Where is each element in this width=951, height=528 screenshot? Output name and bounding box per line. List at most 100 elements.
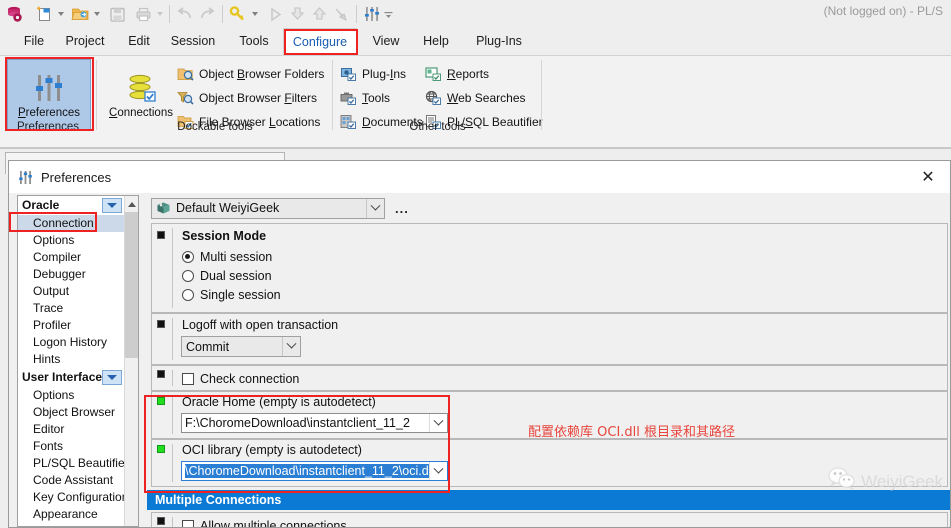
scroll-up-icon[interactable] — [125, 196, 138, 212]
print-dropdown-icon — [154, 3, 165, 25]
sidebar-item-object-browser[interactable]: Object Browser — [18, 404, 124, 421]
sidebar-item-connection[interactable]: Connection — [18, 215, 124, 232]
session-mode-title: Session Mode — [182, 229, 267, 243]
preferences-dialog: Preferences ✕ Oracle Connection Options … — [8, 160, 951, 528]
menu-view[interactable]: View — [362, 28, 410, 55]
oracle-home-chevron-down-icon[interactable] — [429, 414, 447, 432]
object-browser-filters-button[interactable]: Object Browser Filters — [176, 87, 317, 109]
menu-help[interactable]: Help — [413, 28, 459, 55]
menu-edit[interactable]: Edit — [117, 28, 161, 55]
open-folder-icon[interactable] — [69, 3, 91, 25]
session-mode-vline — [172, 228, 173, 308]
oracle-home-input[interactable]: F:\ChoromeDownload\instantclient_11_2 — [181, 413, 448, 433]
database-icon[interactable] — [4, 3, 26, 25]
profile-select[interactable]: Default WeiyiGeek — [151, 197, 385, 219]
tree-category-oracle-chevron-down-icon[interactable] — [102, 198, 122, 213]
check-connection-panel: Check connection — [151, 365, 948, 391]
ribbon-separator-2 — [332, 60, 333, 130]
menu-file[interactable]: File — [13, 28, 55, 55]
ribbon-group-label-other: Other tools — [409, 121, 466, 133]
open-folder-dropdown-icon[interactable] — [91, 3, 102, 25]
web-searches-button[interactable]: Web Searches — [424, 87, 526, 109]
toolbar-overflow-icon[interactable] — [383, 3, 394, 25]
menu-configure[interactable]: Configure — [283, 28, 357, 55]
main-toolbar: (Not logged on) - PL/S — [0, 0, 951, 28]
plugins-button[interactable]: Plug-Ins — [339, 63, 406, 85]
logon-dropdown-icon[interactable] — [249, 3, 260, 25]
logoff-value: Commit — [186, 339, 230, 354]
sidebar-item-editor[interactable]: Editor — [18, 421, 124, 438]
preferences-icon[interactable] — [361, 3, 383, 25]
sidebar-item-profiler[interactable]: Profiler — [18, 317, 124, 334]
profile-chevron-down-icon[interactable] — [366, 198, 384, 218]
ribbon-group-label-dockable: Dockable tools — [177, 121, 253, 133]
toolbar-separator-1 — [169, 5, 170, 23]
plugins-icon — [339, 65, 358, 83]
sidebar-item-plsql-beautifier[interactable]: PL/SQL Beautifier — [18, 455, 129, 472]
new-file-dropdown-icon[interactable] — [55, 3, 66, 25]
new-file-icon[interactable] — [33, 3, 55, 25]
tree-category-user-interface-chevron-down-icon[interactable] — [102, 370, 122, 385]
reports-button[interactable]: Reports — [424, 63, 489, 85]
toolbar-separator-3 — [356, 5, 357, 23]
sidebar-item-hints[interactable]: Hints — [18, 351, 124, 368]
sidebar-item-output[interactable]: Output — [18, 283, 124, 300]
preferences-button-label: Preferences — [17, 106, 80, 119]
checkbox-allow-multiple-connections[interactable]: Allow multiple connections — [182, 517, 347, 528]
reports-icon — [424, 65, 443, 83]
redo-icon — [196, 3, 218, 25]
menu-session[interactable]: Session — [161, 28, 225, 55]
menu-project[interactable]: Project — [55, 28, 115, 55]
pl-sql-developer-window: (Not logged on) - PL/S File Project Edit… — [0, 0, 951, 528]
radio-dual-session[interactable]: Dual session — [182, 267, 272, 284]
radio-multi-session-indicator — [182, 250, 194, 263]
check-connection-label: Check connection — [200, 371, 300, 386]
tools-label: Tools — [362, 91, 391, 105]
menu-plugins[interactable]: Plug-Ins — [467, 28, 531, 55]
oci-library-chevron-down-icon[interactable] — [429, 462, 447, 480]
oci-library-input[interactable]: \ChoromeDownload\instantclient_11_2\oci.… — [181, 461, 448, 481]
web-searches-label: Web Searches — [447, 91, 526, 105]
check-connection-box — [182, 372, 194, 385]
tree-scrollbar[interactable] — [124, 196, 138, 526]
menu-tools[interactable]: Tools — [228, 28, 280, 55]
sidebar-item-fonts[interactable]: Fonts — [18, 438, 124, 455]
tree-category-user-interface[interactable]: User Interface — [18, 368, 124, 387]
menu-bar: File Project Edit Session Tools Configur… — [0, 28, 951, 56]
logoff-chevron-down-icon[interactable] — [282, 337, 300, 356]
checkbox-check-connection[interactable]: Check connection — [182, 370, 299, 387]
radio-single-session-label: Single session — [200, 287, 281, 302]
profile-more-button[interactable]: ... — [395, 201, 409, 216]
preferences-dialog-title: Preferences — [41, 169, 112, 185]
radio-multi-session[interactable]: Multi session — [182, 248, 272, 265]
scrollbar-thumb[interactable] — [125, 212, 138, 358]
sidebar-item-options[interactable]: Options — [18, 232, 124, 249]
sidebar-item-compiler[interactable]: Compiler — [18, 249, 124, 266]
preferences-dialog-titlebar: Preferences ✕ — [9, 161, 950, 193]
logoff-label: Logoff with open transaction — [182, 318, 339, 332]
key-icon[interactable] — [227, 3, 249, 25]
sidebar-item-trace[interactable]: Trace — [18, 300, 124, 317]
sidebar-item-logon-history[interactable]: Logon History — [18, 334, 124, 351]
sidebar-item-debugger[interactable]: Debugger — [18, 266, 124, 283]
preferences-dialog-icon — [17, 169, 34, 186]
profile-row: Default WeiyiGeek ... — [151, 197, 409, 219]
sidebar-item-appearance[interactable]: Appearance — [18, 506, 124, 523]
sidebar-item-code-assistant[interactable]: Code Assistant — [18, 472, 124, 489]
oracle-home-bullet — [157, 397, 165, 405]
sidebar-item-key-configuration[interactable]: Key Configuration — [18, 489, 128, 506]
tools-button[interactable]: Tools — [339, 87, 390, 109]
save-icon — [106, 3, 128, 25]
ribbon-bottom-divider — [0, 147, 951, 148]
close-icon[interactable]: ✕ — [918, 167, 938, 187]
object-browser-folders-button[interactable]: Object Browser Folders — [176, 63, 324, 85]
allow-multiple-label: Allow multiple connections — [200, 518, 347, 528]
profile-value: Default WeiyiGeek — [176, 201, 280, 215]
preferences-tree-pane: Oracle Connection Options Compiler Debug… — [17, 195, 139, 527]
logoff-select[interactable]: Commit — [181, 336, 301, 357]
radio-single-session[interactable]: Single session — [182, 286, 281, 303]
oci-library-value: \ChoromeDownload\instantclient_11_2\oci.… — [185, 464, 435, 478]
tree-category-oracle[interactable]: Oracle — [18, 196, 124, 215]
sidebar-item-ui-options[interactable]: Options — [18, 387, 124, 404]
object-browser-folders-label: Object Browser Folders — [199, 67, 325, 81]
